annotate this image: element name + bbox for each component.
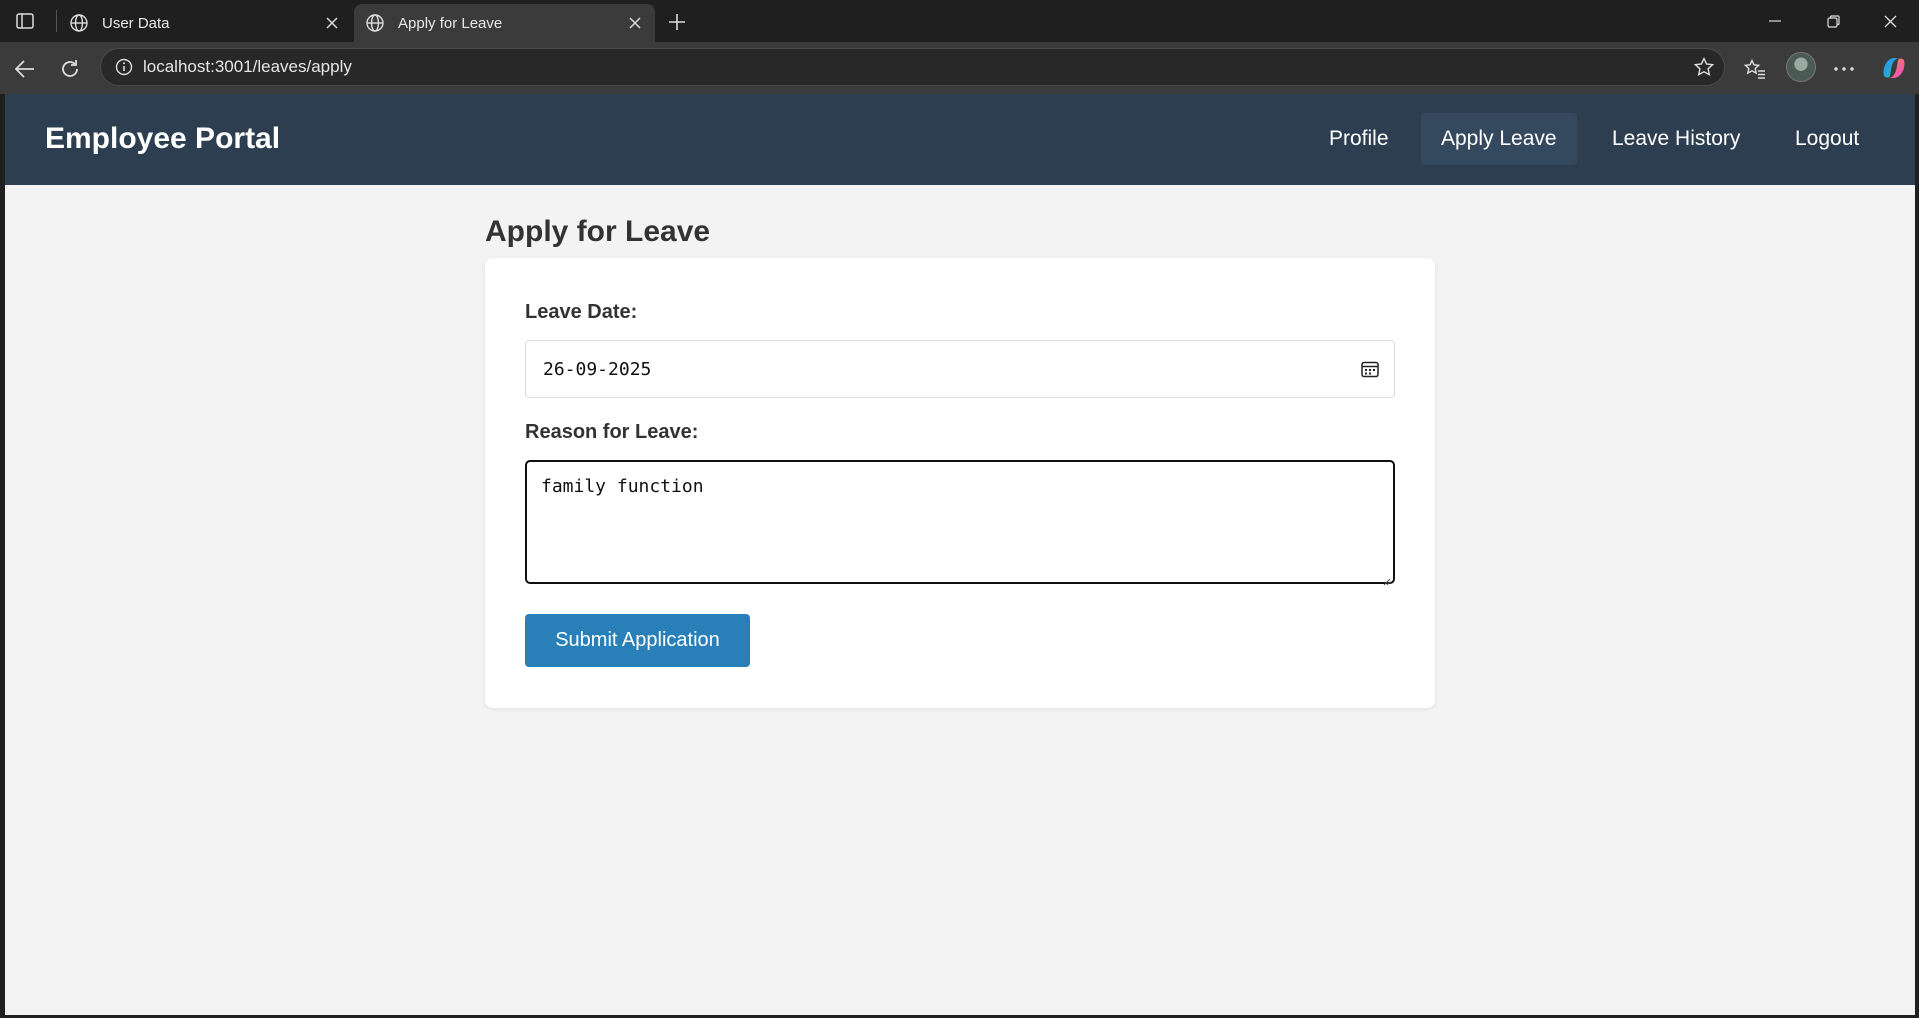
back-arrow-icon[interactable] [8, 52, 42, 86]
tab-actions-icon[interactable] [10, 8, 40, 34]
leave-date-input[interactable]: 26-09-2025 [525, 340, 1395, 398]
tab-title: User Data [102, 14, 170, 32]
nav-leave-history[interactable]: Leave History [1592, 113, 1760, 165]
browser-tab-bar: User Data Apply for Leave [0, 0, 1919, 42]
reload-icon[interactable] [53, 52, 87, 86]
leave-form-card: Leave Date: 26-09-2025 Reason for Leave:… [485, 258, 1435, 708]
address-bar[interactable]: localhost:3001/leaves/apply [100, 48, 1725, 86]
globe-icon [364, 12, 386, 34]
more-options-icon[interactable] [1827, 52, 1861, 86]
browser-tab-apply-for-leave[interactable]: Apply for Leave [354, 4, 655, 42]
url-text: localhost:3001/leaves/apply [143, 57, 352, 76]
browser-tab-user-data[interactable]: User Data [58, 4, 352, 42]
nav-logout[interactable]: Logout [1775, 113, 1879, 165]
tab-separator [56, 10, 57, 32]
resize-grip-icon[interactable] [1381, 570, 1391, 586]
leave-date-value: 26-09-2025 [543, 358, 652, 380]
calendar-icon[interactable] [1346, 360, 1394, 378]
leave-date-label: Leave Date: [525, 301, 638, 323]
reason-label: Reason for Leave: [525, 421, 699, 443]
site-info-icon[interactable] [105, 58, 143, 76]
close-tab-icon[interactable] [621, 9, 649, 37]
minimize-icon[interactable] [1746, 0, 1804, 42]
profile-avatar[interactable] [1786, 52, 1816, 82]
close-tab-icon[interactable] [318, 9, 346, 37]
globe-icon [68, 12, 90, 34]
page-viewport: Employee Portal Profile Apply Leave Leav… [5, 94, 1915, 1015]
tab-title: Apply for Leave [398, 14, 503, 32]
submit-application-button[interactable]: Submit Application [525, 614, 750, 667]
favorite-star-icon[interactable] [1684, 57, 1724, 77]
nav-profile[interactable]: Profile [1309, 113, 1409, 165]
reason-text: family function [541, 476, 704, 497]
page-title: Apply for Leave [485, 215, 711, 248]
reason-textarea[interactable]: family function [525, 460, 1395, 586]
close-window-icon[interactable] [1861, 0, 1919, 42]
copilot-icon[interactable] [1880, 54, 1908, 82]
favorites-icon[interactable] [1738, 52, 1772, 86]
restore-icon[interactable] [1804, 0, 1862, 42]
app-navbar: Employee Portal Profile Apply Leave Leav… [5, 94, 1915, 185]
new-tab-icon[interactable] [662, 7, 692, 37]
browser-toolbar: localhost:3001/leaves/apply [0, 42, 1919, 94]
brand-title[interactable]: Employee Portal [45, 122, 280, 156]
nav-apply-leave[interactable]: Apply Leave [1421, 113, 1577, 165]
